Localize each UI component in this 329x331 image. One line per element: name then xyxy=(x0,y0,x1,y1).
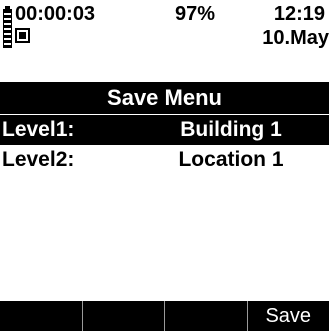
softkey-2[interactable] xyxy=(81,301,165,331)
menu-item-label: Level2: xyxy=(2,148,75,171)
battery-percent: 97% xyxy=(175,3,216,25)
save-menu-list: Level1: Building 1 Level2: Location 1 xyxy=(0,115,329,175)
clock-date: 10.May xyxy=(262,27,329,49)
recording-timer: 00:00:03 xyxy=(15,3,96,25)
page-title: Save Menu xyxy=(0,82,329,114)
save-softkey[interactable]: Save xyxy=(246,301,329,331)
softkey-1[interactable] xyxy=(0,301,82,331)
clock-time: 12:19 xyxy=(273,3,325,25)
battery-level-bars xyxy=(3,9,12,48)
menu-item-level2[interactable]: Level2: Location 1 xyxy=(0,145,329,175)
record-icon xyxy=(15,28,30,43)
softkey-3[interactable] xyxy=(164,301,247,331)
menu-item-level1[interactable]: Level1: Building 1 xyxy=(0,115,329,145)
menu-item-value: Location 1 xyxy=(178,148,284,171)
battery-icon xyxy=(3,6,12,48)
menu-item-value: Building 1 xyxy=(180,118,282,141)
status-bar: 00:00:03 97% 12:19 10.May xyxy=(0,0,329,78)
record-icon-fill xyxy=(19,32,26,39)
device-screen: 00:00:03 97% 12:19 10.May Save Menu Leve… xyxy=(0,0,329,331)
softkey-bar: Save xyxy=(0,301,329,331)
menu-item-label: Level1: xyxy=(2,118,75,141)
